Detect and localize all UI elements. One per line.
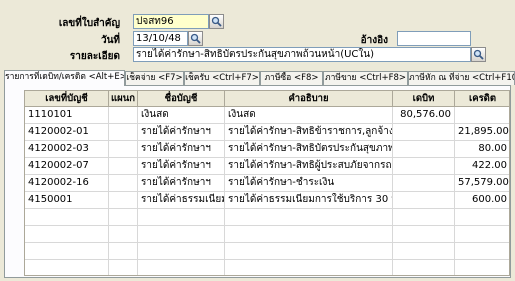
doc-no-search-button[interactable] xyxy=(209,14,224,29)
tab-strip: รายการที่เดบิท/เครดิต <Alt+E> เช็คจ่าย <… xyxy=(4,70,515,86)
cell-debit[interactable] xyxy=(393,141,455,157)
tab-sales-tax[interactable]: ภาษีขาย <Ctrl+F8> xyxy=(323,71,408,85)
cell-account-no[interactable]: 4120002-07 xyxy=(25,158,109,174)
desc-label: รายละเอียด xyxy=(69,51,120,62)
magnifier-icon xyxy=(190,33,201,44)
cell-department[interactable] xyxy=(109,192,138,208)
cell-description[interactable]: เงินสด xyxy=(225,107,393,123)
ref-label: อ้างอิง xyxy=(360,35,388,46)
desc-search-button[interactable] xyxy=(471,47,486,62)
doc-no-field[interactable]: ปจสท96 xyxy=(133,14,209,29)
col-header-debit[interactable]: เดบิท xyxy=(393,91,455,106)
cell-credit[interactable]: 21,895.00 xyxy=(455,124,509,140)
cell-account-no[interactable]: 1110101 xyxy=(25,107,109,123)
date-picker-button[interactable] xyxy=(188,31,203,46)
col-header-department[interactable]: แผนก xyxy=(109,91,138,106)
table-row[interactable]: 4120002-16 รายได้ค่ารักษาฯ รายได้ค่ารักษ… xyxy=(25,175,509,192)
cell-account-name[interactable]: รายได้ค่าธรรมเนียม xyxy=(138,192,225,208)
cell-department[interactable] xyxy=(109,107,138,123)
cell-account-name[interactable]: รายได้ค่ารักษาฯ xyxy=(138,158,225,174)
cell-department[interactable] xyxy=(109,158,138,174)
doc-no-label: เลขที่ใบสำคัญ xyxy=(58,18,120,29)
tab-cheque-pay[interactable]: เช็คจ่าย <F7> xyxy=(125,71,184,85)
table-row[interactable]: 1110101 เงินสด เงินสด 80,576.00 xyxy=(25,107,509,124)
cell-account-name[interactable]: รายได้ค่ารักษาฯ xyxy=(138,141,225,157)
col-header-description[interactable]: คำอธิบาย xyxy=(225,91,393,106)
cell-description[interactable]: รายได้ค่ารักษา-สิทธิบัตรประกันสุขภาพ xyxy=(225,141,393,157)
col-header-account-name[interactable]: ชื่อบัญชี xyxy=(138,91,225,106)
col-header-account-no[interactable]: เลขที่บัญชี xyxy=(25,91,109,106)
magnifier-icon xyxy=(473,49,484,60)
tab-withholding-tax[interactable]: ภาษีหัก ณ ที่จ่าย <Ctrl+F10> xyxy=(408,71,515,85)
col-header-credit[interactable]: เครดิต xyxy=(455,91,509,106)
cell-department[interactable] xyxy=(109,124,138,140)
empty-row[interactable] xyxy=(25,226,509,243)
tab-cheque-receive[interactable]: เช็ครับ <Ctrl+F7> xyxy=(184,71,260,85)
cell-credit[interactable]: 57,579.00 xyxy=(455,175,509,191)
cell-account-no[interactable]: 4120002-01 xyxy=(25,124,109,140)
tab-purchase-tax[interactable]: ภาษีซื้อ <F8> xyxy=(260,71,323,85)
cell-description[interactable]: รายได้ค่ารักษา-สิทธิข้าราชการ,ลูกจ้าง, xyxy=(225,124,393,140)
grid-header: เลขที่บัญชี แผนก ชื่อบัญชี คำอธิบาย เดบิ… xyxy=(25,91,509,107)
cell-account-no[interactable]: 4120002-16 xyxy=(25,175,109,191)
table-row[interactable]: 4150001 รายได้ค่าธรรมเนียม รายได้ค่าธรรม… xyxy=(25,192,509,209)
cell-debit[interactable] xyxy=(393,175,455,191)
tab-debit-credit[interactable]: รายการที่เดบิท/เครดิต <Alt+E> xyxy=(4,70,125,86)
cell-description[interactable]: รายได้ค่ารักษา-ชำระเงิน xyxy=(225,175,393,191)
cell-credit[interactable]: 600.00 xyxy=(455,192,509,208)
ref-field[interactable] xyxy=(397,31,471,46)
empty-row[interactable] xyxy=(25,260,509,275)
empty-row[interactable] xyxy=(25,243,509,260)
cell-account-no[interactable]: 4150001 xyxy=(25,192,109,208)
desc-field[interactable]: รายได้ค่ารักษา-สิทธิบัตรประกันสุขภาพถ้วน… xyxy=(133,47,471,62)
cell-account-name[interactable]: รายได้ค่ารักษาฯ xyxy=(138,124,225,140)
cell-debit[interactable]: 80,576.00 xyxy=(393,107,455,123)
table-row[interactable]: 4120002-03 รายได้ค่ารักษาฯ รายได้ค่ารักษ… xyxy=(25,141,509,158)
cell-department[interactable] xyxy=(109,141,138,157)
cell-credit[interactable]: 422.00 xyxy=(455,158,509,174)
magnifier-icon xyxy=(211,16,222,27)
cell-debit[interactable] xyxy=(393,158,455,174)
cell-account-no[interactable]: 4120002-03 xyxy=(25,141,109,157)
cell-description[interactable]: รายได้ค่ารักษา-สิทธิผู้ประสบภัยจากรถ xyxy=(225,158,393,174)
empty-row[interactable] xyxy=(25,209,509,226)
date-field[interactable]: 13/10/48 xyxy=(133,31,188,46)
journal-grid[interactable]: เลขที่บัญชี แผนก ชื่อบัญชี คำอธิบาย เดบิ… xyxy=(24,90,510,276)
cell-debit[interactable] xyxy=(393,192,455,208)
cell-credit[interactable] xyxy=(455,107,509,123)
table-row[interactable]: 4120002-01 รายได้ค่ารักษาฯ รายได้ค่ารักษ… xyxy=(25,124,509,141)
cell-account-name[interactable]: รายได้ค่ารักษาฯ xyxy=(138,175,225,191)
cell-account-name[interactable]: เงินสด xyxy=(138,107,225,123)
cell-debit[interactable] xyxy=(393,124,455,140)
cell-credit[interactable]: 80.00 xyxy=(455,141,509,157)
table-row[interactable]: 4120002-07 รายได้ค่ารักษาฯ รายได้ค่ารักษ… xyxy=(25,158,509,175)
cell-description[interactable]: รายได้ค่าธรรมเนียมการใช้บริการ 30 บ xyxy=(225,192,393,208)
cell-department[interactable] xyxy=(109,175,138,191)
date-label: วันที่ xyxy=(100,35,120,46)
